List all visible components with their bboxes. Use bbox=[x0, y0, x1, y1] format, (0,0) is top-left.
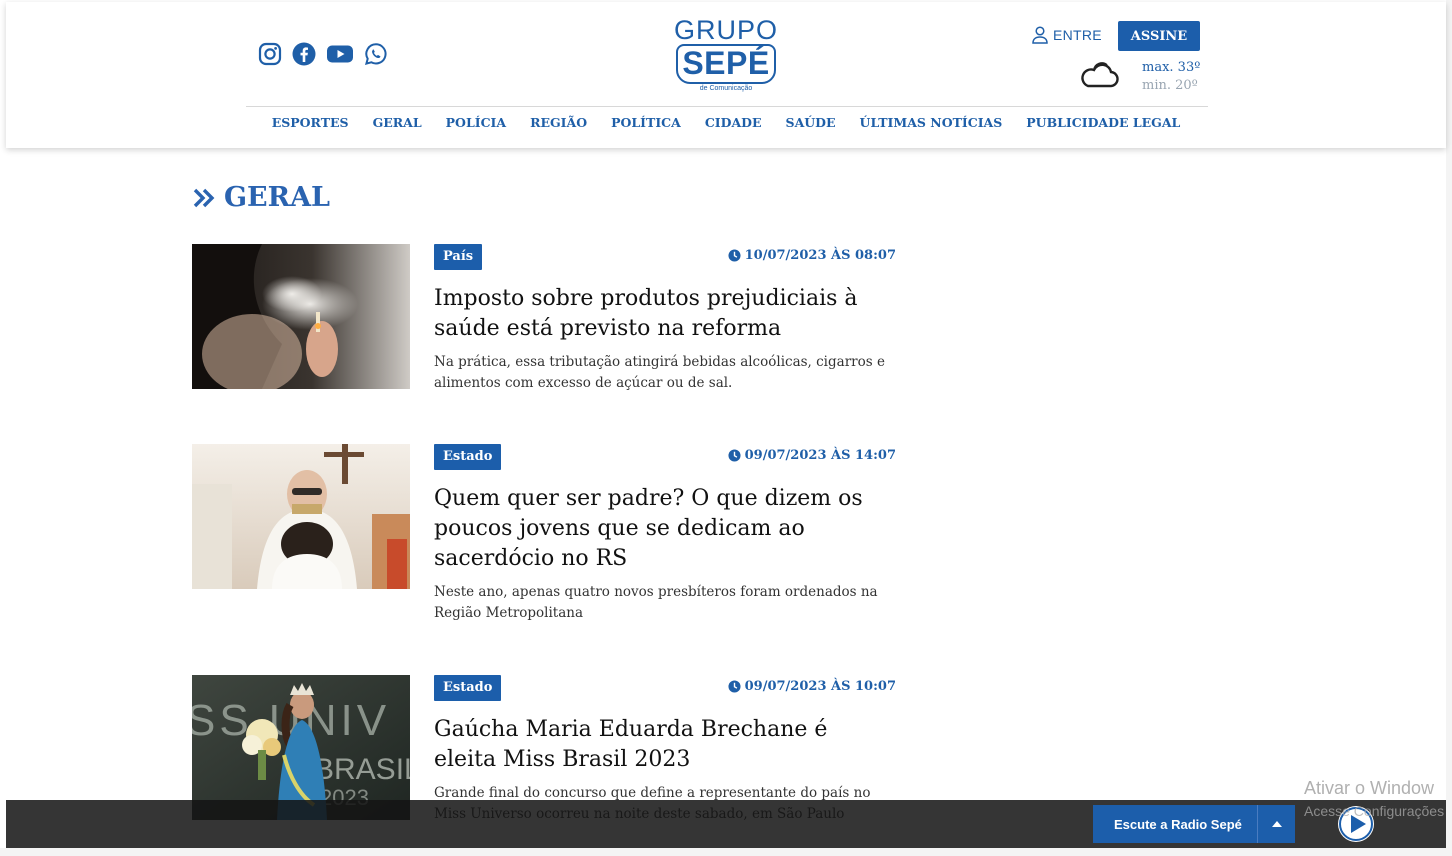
logo-line3: de Comunicação bbox=[699, 85, 753, 92]
article-thumbnail[interactable] bbox=[192, 244, 410, 389]
cloud-icon bbox=[1081, 62, 1119, 88]
clock-icon bbox=[728, 680, 741, 693]
subscribe-button[interactable]: ASSINE bbox=[1118, 21, 1200, 51]
login-link[interactable]: ENTRE bbox=[1032, 26, 1102, 44]
article-date-text: 09/07/2023 ÀS 10:07 bbox=[744, 679, 896, 694]
logo-line1: GRUPO bbox=[673, 15, 778, 45]
youtube-icon[interactable] bbox=[326, 42, 354, 66]
article-summary: Na prática, essa tributação atingirá beb… bbox=[434, 354, 885, 391]
logo-line2: SEPÉ bbox=[676, 44, 776, 84]
article-thumbnail[interactable]: SS UNIV BRASIL 2023 bbox=[192, 675, 410, 820]
instagram-icon[interactable] bbox=[258, 42, 282, 66]
login-label: ENTRE bbox=[1053, 27, 1102, 43]
nav-item-cidade[interactable]: CIDADE bbox=[705, 115, 762, 130]
article-date-text: 10/07/2023 ÀS 08:07 bbox=[744, 248, 896, 263]
nav-item-ultimas-noticias[interactable]: ÚLTIMAS NOTÍCIAS bbox=[860, 115, 1003, 130]
article-date: 09/07/2023 ÀS 14:07 bbox=[728, 448, 896, 463]
article-title[interactable]: Quem quer ser padre? O que dizem os pouc… bbox=[434, 484, 896, 574]
nav-item-politica[interactable]: POLÍTICA bbox=[611, 115, 681, 130]
article-card: País 10/07/2023 ÀS 08:07 Imposto sobre p… bbox=[192, 244, 896, 404]
category-badge[interactable]: Estado bbox=[434, 675, 502, 701]
whatsapp-icon[interactable] bbox=[364, 42, 388, 66]
article-body: País 10/07/2023 ÀS 08:07 Imposto sobre p… bbox=[434, 244, 896, 394]
site-logo[interactable]: GRUPO SEPÉ de Comunicação bbox=[672, 16, 780, 92]
double-chevron-right-icon bbox=[193, 188, 215, 207]
social-links bbox=[258, 42, 388, 66]
page-title-text: GERAL bbox=[224, 182, 331, 213]
main-nav: ESPORTES GERAL POLÍCIA REGIÃO POLÍTICA C… bbox=[6, 115, 1446, 130]
article-summary: Neste ano, apenas quatro novos presbíter… bbox=[434, 584, 878, 621]
article-title[interactable]: Gaúcha Maria Eduarda Brechane é eleita M… bbox=[434, 715, 896, 775]
nav-item-publicidade-legal[interactable]: PUBLICIDADE LEGAL bbox=[1026, 115, 1180, 130]
page-title: GERAL bbox=[192, 182, 330, 213]
article-card: Estado 09/07/2023 ÀS 14:07 Quem quer ser… bbox=[192, 444, 896, 634]
header-divider bbox=[246, 106, 1208, 107]
article-date: 10/07/2023 ÀS 08:07 bbox=[728, 248, 896, 263]
windows-activation-title: Ativar o Window bbox=[1304, 778, 1435, 798]
weather-max: max. 33º bbox=[1142, 60, 1201, 75]
nav-item-esportes[interactable]: ESPORTES bbox=[272, 115, 349, 130]
window-bottom-edge bbox=[0, 848, 1452, 856]
caret-up-icon bbox=[1271, 821, 1282, 827]
category-badge[interactable]: País bbox=[434, 244, 483, 270]
thumb-text-mid: BRASIL bbox=[314, 753, 410, 786]
article-date-text: 09/07/2023 ÀS 14:07 bbox=[744, 448, 896, 463]
radio-expand-toggle[interactable] bbox=[1257, 805, 1295, 843]
nav-item-saude[interactable]: SAÚDE bbox=[786, 115, 836, 130]
user-icon bbox=[1032, 26, 1048, 44]
nav-item-geral[interactable]: GERAL bbox=[373, 115, 422, 130]
nav-item-policia[interactable]: POLÍCIA bbox=[446, 115, 506, 130]
article-date: 09/07/2023 ÀS 10:07 bbox=[728, 679, 896, 694]
window-right-edge bbox=[1446, 0, 1452, 856]
category-badge[interactable]: Estado bbox=[434, 444, 502, 470]
article-thumbnail[interactable] bbox=[192, 444, 410, 589]
facebook-icon[interactable] bbox=[292, 42, 316, 66]
nav-item-regiao[interactable]: REGIÃO bbox=[530, 115, 587, 130]
weather-min: min. 20º bbox=[1142, 78, 1198, 93]
article-body: Estado 09/07/2023 ÀS 14:07 Quem quer ser… bbox=[434, 444, 896, 624]
article-title[interactable]: Imposto sobre produtos prejudiciais à sa… bbox=[434, 284, 896, 344]
radio-listen-label: Escute a Radio Sepé bbox=[1114, 816, 1242, 832]
site-header: GRUPO SEPÉ de Comunicação ENTRE ASSINE m… bbox=[6, 2, 1446, 148]
clock-icon bbox=[728, 449, 741, 462]
clock-icon bbox=[728, 249, 741, 262]
windows-activation-subtitle: Acesse Configurações bbox=[1304, 803, 1445, 819]
